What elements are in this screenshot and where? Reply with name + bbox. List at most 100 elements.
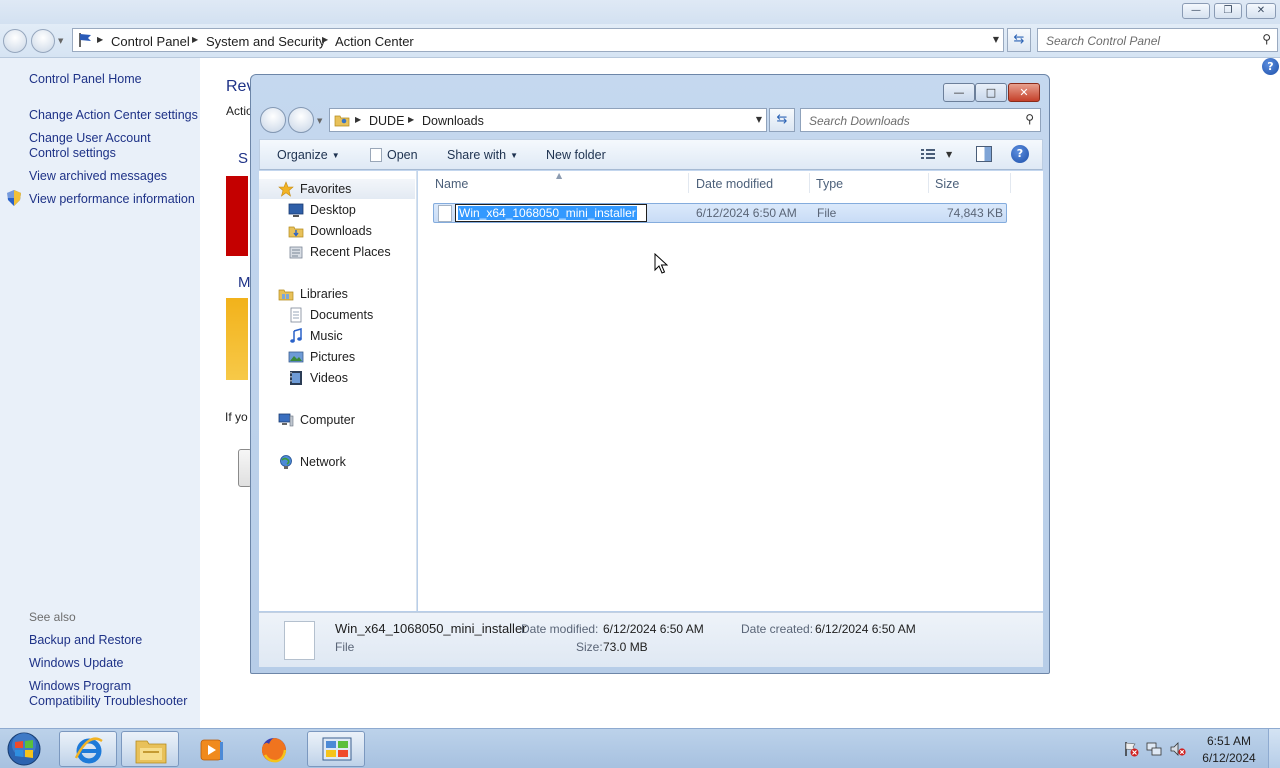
taskbar: 6:51 AM 6/12/2024 [0,728,1280,768]
column-header-type[interactable]: Type [816,177,843,191]
volume-muted-icon[interactable] [1170,741,1186,757]
column-header-date-modified[interactable]: Date modified [696,177,773,191]
share-with-button[interactable]: Share with ▼ [447,148,518,162]
view-performance-information-link[interactable]: View performance information [29,192,199,207]
internet-explorer-icon [74,737,103,764]
nav-computer[interactable]: Computer [259,410,415,430]
chevron-down-icon[interactable]: ▼ [993,35,999,44]
file-icon [284,621,315,660]
nav-pictures[interactable]: Pictures [259,347,415,367]
rename-selected-text: Win_x64_1068050_mini_installer [458,206,637,220]
network-status-icon[interactable] [1146,741,1162,757]
search-icon[interactable]: ⚲ [1262,32,1271,46]
column-divider[interactable] [809,173,810,193]
nav-downloads[interactable]: Downloads [259,221,415,241]
control-panel-home-link[interactable]: Control Panel Home [29,72,142,87]
column-divider[interactable] [1010,173,1011,193]
nav-recent-places[interactable]: Recent Places [259,242,415,262]
chevron-down-icon[interactable]: ▼ [756,115,762,124]
column-header-name[interactable]: Name [435,177,468,191]
breadcrumb-system-and-security[interactable]: System and Security [206,34,325,49]
explorer-recent-pages-icon[interactable]: ▼ [317,117,322,125]
column-header-size[interactable]: Size [935,177,959,191]
breadcrumb-control-panel[interactable]: Control Panel [111,34,190,49]
file-type: File [817,206,837,220]
nav-network[interactable]: Network [259,452,415,472]
explorer-close-button[interactable]: ✕ [1008,83,1040,102]
nav-videos[interactable]: Videos [259,368,415,388]
cp-close-button[interactable]: ✕ [1246,3,1276,19]
new-folder-button[interactable]: New folder [546,148,606,162]
nav-libraries[interactable]: Libraries [259,284,415,304]
cp-address-bar[interactable]: ▶ Control Panel ▶ System and Security ▶ … [72,28,1004,52]
explorer-search-input[interactable]: Search Downloads ⚲ [800,108,1041,132]
action-center-alert-icon[interactable] [1123,741,1139,757]
cp-search-input[interactable]: Search Control Panel ⚲ [1037,28,1278,52]
view-archived-messages-link[interactable]: View archived messages [29,169,199,184]
explorer-maximize-button[interactable]: □ [975,83,1007,102]
column-divider[interactable] [928,173,929,193]
cp-recent-pages-icon[interactable]: ▼ [58,37,63,45]
help-icon[interactable]: ? [1011,145,1029,163]
search-icon[interactable]: ⚲ [1025,112,1034,126]
rename-input[interactable]: Win_x64_1068050_mini_installer [455,204,647,222]
backup-and-restore-link[interactable]: Backup and Restore [29,633,142,648]
desktop-icon [288,203,304,217]
see-also-label: See also [29,610,76,624]
open-button[interactable]: Open [370,148,418,162]
windows-update-link[interactable]: Windows Update [29,656,124,671]
mouse-cursor-icon [654,253,668,274]
organize-button[interactable]: Organize ▼ [277,148,340,162]
preview-pane-icon[interactable] [976,146,992,162]
pictures-icon [288,351,304,363]
start-button[interactable] [4,731,44,767]
cp-refresh-button[interactable]: ⇆ [1007,28,1031,52]
details-date-created-label: Date created: [741,622,814,636]
nav-favorites[interactable]: Favorites [259,179,415,199]
change-uac-settings-link[interactable]: Change User Account Control settings [29,131,194,161]
show-desktop-button[interactable] [1268,729,1280,768]
clock-date[interactable]: 6/12/2024 [1196,751,1262,765]
taskbar-firefox[interactable] [244,731,302,767]
cp-minimize-button[interactable]: — [1182,3,1210,19]
view-options-chevron-icon[interactable]: ▼ [946,150,952,159]
view-options-icon[interactable] [920,147,936,161]
cp-back-button[interactable] [3,29,27,53]
maintenance-alert-bar [226,298,248,380]
breadcrumb-action-center[interactable]: Action Center [335,34,414,49]
taskbar-internet-explorer[interactable] [59,731,117,767]
taskbar-control-panel[interactable] [307,731,365,767]
taskbar-media-player[interactable] [182,731,240,767]
breadcrumb-separator: ▶ [408,115,415,124]
breadcrumb-downloads[interactable]: Downloads [422,114,484,128]
file-date-modified: 6/12/2024 6:50 AM [696,206,797,220]
explorer-minimize-button[interactable]: — [943,83,975,102]
media-player-icon [200,739,223,761]
program-compatibility-troubleshooter-link[interactable]: Windows Program Compatibility Troublesho… [29,679,194,709]
details-date-created-value: 6/12/2024 6:50 AM [815,622,916,636]
uac-shield-icon [7,190,21,206]
open-file-icon [370,148,382,162]
network-icon [280,455,292,469]
breadcrumb-dude[interactable]: DUDE [369,114,404,128]
file-row[interactable]: Win_x64_1068050_mini_installer 6/12/2024… [433,203,1007,223]
nav-documents[interactable]: Documents [259,305,415,325]
help-icon[interactable]: ? [1262,58,1279,75]
taskbar-windows-explorer[interactable] [121,731,179,767]
clock-time[interactable]: 6:51 AM [1196,734,1262,748]
nav-music[interactable]: Music [259,326,415,346]
nav-desktop[interactable]: Desktop [259,200,415,220]
downloads-folder-icon [288,226,304,238]
explorer-refresh-button[interactable]: ⇆ [769,108,795,132]
maintenance-section-heading[interactable]: M [238,274,251,291]
explorer-forward-button[interactable] [288,107,314,133]
cp-forward-button[interactable] [31,29,55,53]
cp-restore-button[interactable]: ❐ [1214,3,1242,19]
explorer-back-button[interactable] [260,107,286,133]
security-section-heading[interactable]: S [238,150,248,167]
explorer-address-bar[interactable]: ▶ DUDE ▶ Downloads ▼ [329,108,767,132]
control-panel-sidebar: Control Panel Home Change Action Center … [0,58,200,728]
change-action-center-settings-link[interactable]: Change Action Center settings [29,108,199,123]
troubleshoot-hint-text: If yo [225,410,248,424]
column-divider[interactable] [688,173,689,193]
